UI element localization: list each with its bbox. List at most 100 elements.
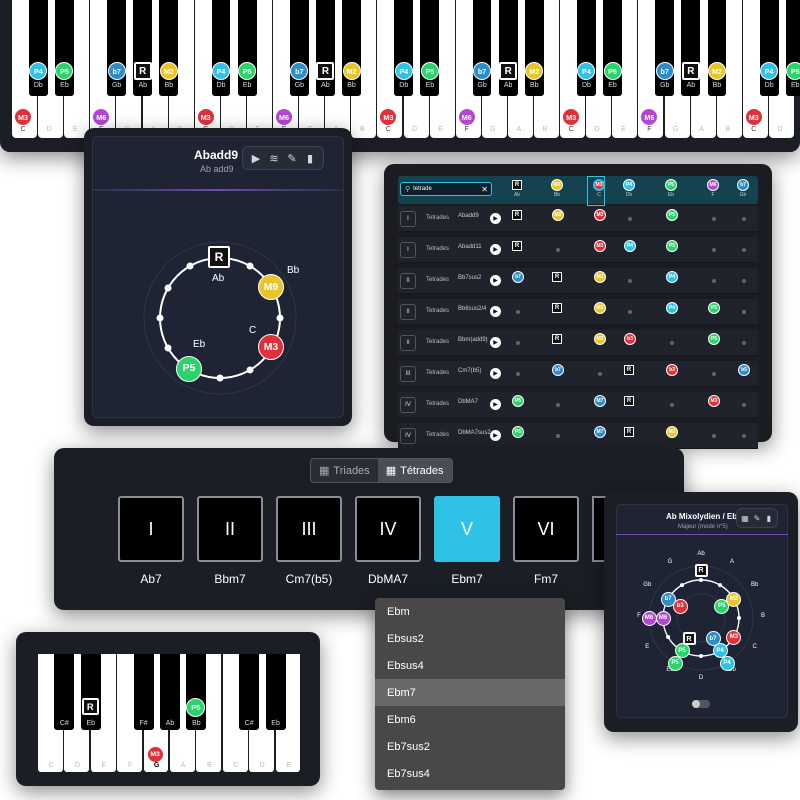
header-interval: M6 (707, 179, 719, 191)
black-key-label: Gb (477, 82, 487, 89)
dropdown-option[interactable]: Ebm6 (375, 706, 565, 733)
degree-chord-label: Cm7(b5) (285, 572, 333, 586)
header-root: R (512, 180, 522, 190)
degree-button[interactable]: II (197, 496, 263, 562)
table-row[interactable]: IV Tetrades DbMA7 ▶ P5 M7 R M3 (398, 392, 758, 418)
dropdown-option[interactable]: Ebm (375, 598, 565, 625)
pin-icon[interactable]: ✎ (285, 151, 299, 165)
cell-root: R (512, 241, 522, 251)
cell-root: R (552, 272, 562, 282)
top-piano-keyboard[interactable]: M3CDEM6FGABM3CDEM6FGABM3CDEM6FGABM3CDEM6… (12, 0, 800, 138)
white-key-label: D (777, 126, 783, 133)
search-field[interactable]: ⚲ tetrade ✕ (400, 182, 492, 196)
degrees-panel: ▦ Triades ▦ Tétrades I Ab7 II Bbm7 III Cm7(b5) I… (54, 448, 684, 610)
dropdown-option[interactable]: Eb7sus4 (375, 760, 565, 787)
degree-button[interactable]: VI (513, 496, 579, 562)
play-icon[interactable]: ▶ (490, 306, 501, 317)
cell-interval: P5 (666, 240, 678, 252)
circle-dot (216, 374, 224, 382)
play-icon[interactable]: ▶ (490, 213, 501, 224)
search-input[interactable]: tetrade (413, 186, 432, 192)
play-icon[interactable]: ▶ (490, 244, 501, 255)
black-key-label: Db (581, 82, 591, 89)
chord-note-name: Bb (286, 265, 300, 276)
play-icon[interactable]: ▶ (490, 275, 501, 286)
table-row[interactable]: II Tetrades Bb6sus2/4 ▶ R M2 P4 P5 (398, 299, 758, 325)
empty-cell (712, 248, 716, 252)
dropdown-option[interactable]: Ebsus4 (375, 652, 565, 679)
white-key-tag: M3 (146, 746, 164, 763)
play-icon[interactable]: ▶ (490, 337, 501, 348)
chord-note-marker: P5 (176, 355, 202, 382)
cell-root: R (512, 210, 522, 220)
mode-outer-note: D (698, 675, 704, 681)
chord-toolbar: ▶ ≋ ✎ ▮ (242, 146, 324, 170)
chord-note-name: Eb (193, 338, 206, 350)
row-category: Tetrades (426, 339, 450, 345)
black-key-label: C# (59, 720, 69, 727)
row-category: Tetrades (426, 215, 450, 221)
degree-button[interactable]: I (118, 496, 184, 562)
black-key-label: Eb (60, 82, 69, 89)
empty-cell (556, 403, 560, 407)
table-row[interactable]: II Tetrades Bb7sus2 ▶ b7 R M2 P4 (398, 268, 758, 294)
black-key-label: Db (33, 82, 43, 89)
header-note: F (711, 192, 715, 198)
table-row[interactable]: I Tetrades Abadd11 ▶ R M3 P4 P5 (398, 237, 758, 263)
play-icon[interactable]: ▶ (490, 368, 501, 379)
cell-root: R (552, 303, 562, 313)
black-key[interactable] (239, 654, 260, 730)
mode-outer-note: Bb (751, 582, 759, 588)
dropdown-option[interactable]: Ebsus2 (375, 625, 565, 652)
layers-icon[interactable]: ≋ (267, 151, 281, 165)
tab-triades[interactable]: ▦ Triades (311, 459, 378, 482)
table-row[interactable]: III Tetrades Cm7(b5) ▶ b7 Rb3 b5 (398, 361, 758, 387)
row-degree: III (400, 366, 416, 382)
black-key[interactable] (80, 654, 101, 730)
chord-type-toggle: ▦ Triades ▦ Tétrades (310, 458, 453, 483)
white-key-label: E (620, 126, 626, 133)
black-key-label: Gb (111, 82, 122, 89)
black-key[interactable] (54, 654, 75, 730)
row-category: Tetrades (426, 432, 450, 438)
lock-icon[interactable]: ▮ (303, 151, 317, 165)
degree-button[interactable]: IV (355, 496, 421, 562)
dropdown-option[interactable]: Ebm7 (375, 679, 565, 706)
black-key[interactable] (133, 654, 154, 730)
row-chord-name: DbMA7 (458, 399, 479, 405)
black-key[interactable] (159, 654, 181, 730)
black-key-tag: R (81, 698, 99, 715)
empty-cell (516, 372, 520, 376)
degree-button[interactable]: III (276, 496, 342, 562)
degree-chord-label: Ebm7 (451, 572, 483, 586)
black-key[interactable] (265, 654, 286, 730)
play-icon[interactable]: ▶ (490, 399, 501, 410)
black-key-label: Bb (164, 82, 174, 89)
cell-interval: M2 (666, 426, 678, 438)
cell-interval: M2 (594, 302, 606, 314)
table-row[interactable]: II Tetrades Bbm(add9) ▶ R M2 b3 P5 (398, 330, 758, 356)
dropdown-option[interactable]: Eb7sus2 (375, 733, 565, 760)
white-key-label: F (128, 762, 133, 769)
degree-button[interactable]: V (434, 496, 500, 562)
black-key-label: F# (139, 720, 148, 727)
header-note: Ab (513, 192, 521, 198)
row-category: Tetrades (426, 246, 450, 252)
header-note: Eb (667, 192, 675, 198)
white-key-tag: M6 (457, 108, 476, 126)
play-icon[interactable]: ▶ (490, 430, 501, 441)
mode-marker: P5 (714, 598, 730, 614)
bottom-piano-keyboard[interactable]: C D E F G A B C D E C# R Eb F# Ab P5 Bb C# Eb M3 G (38, 654, 310, 772)
play-icon[interactable]: ▶ (249, 151, 263, 165)
mode-marker: P4 (719, 655, 735, 671)
chord-note-marker: R (208, 246, 230, 268)
tab-tetrades[interactable]: ▦ Tétrades (377, 459, 452, 482)
cell-interval: M2 (594, 271, 606, 283)
clear-search-icon[interactable]: ✕ (481, 185, 488, 194)
row-chord-name: Abadd9 (458, 213, 479, 219)
empty-cell (628, 310, 632, 314)
table-row[interactable]: IV Tetrades DbMA7sus2 ▶ P5 M7 R M2 (398, 423, 758, 449)
table-row[interactable]: I Tetrades Abadd9 ▶ R M2 M3 P5 (398, 206, 758, 232)
mode-toggle[interactable] (692, 700, 710, 708)
black-key[interactable] (186, 654, 207, 730)
